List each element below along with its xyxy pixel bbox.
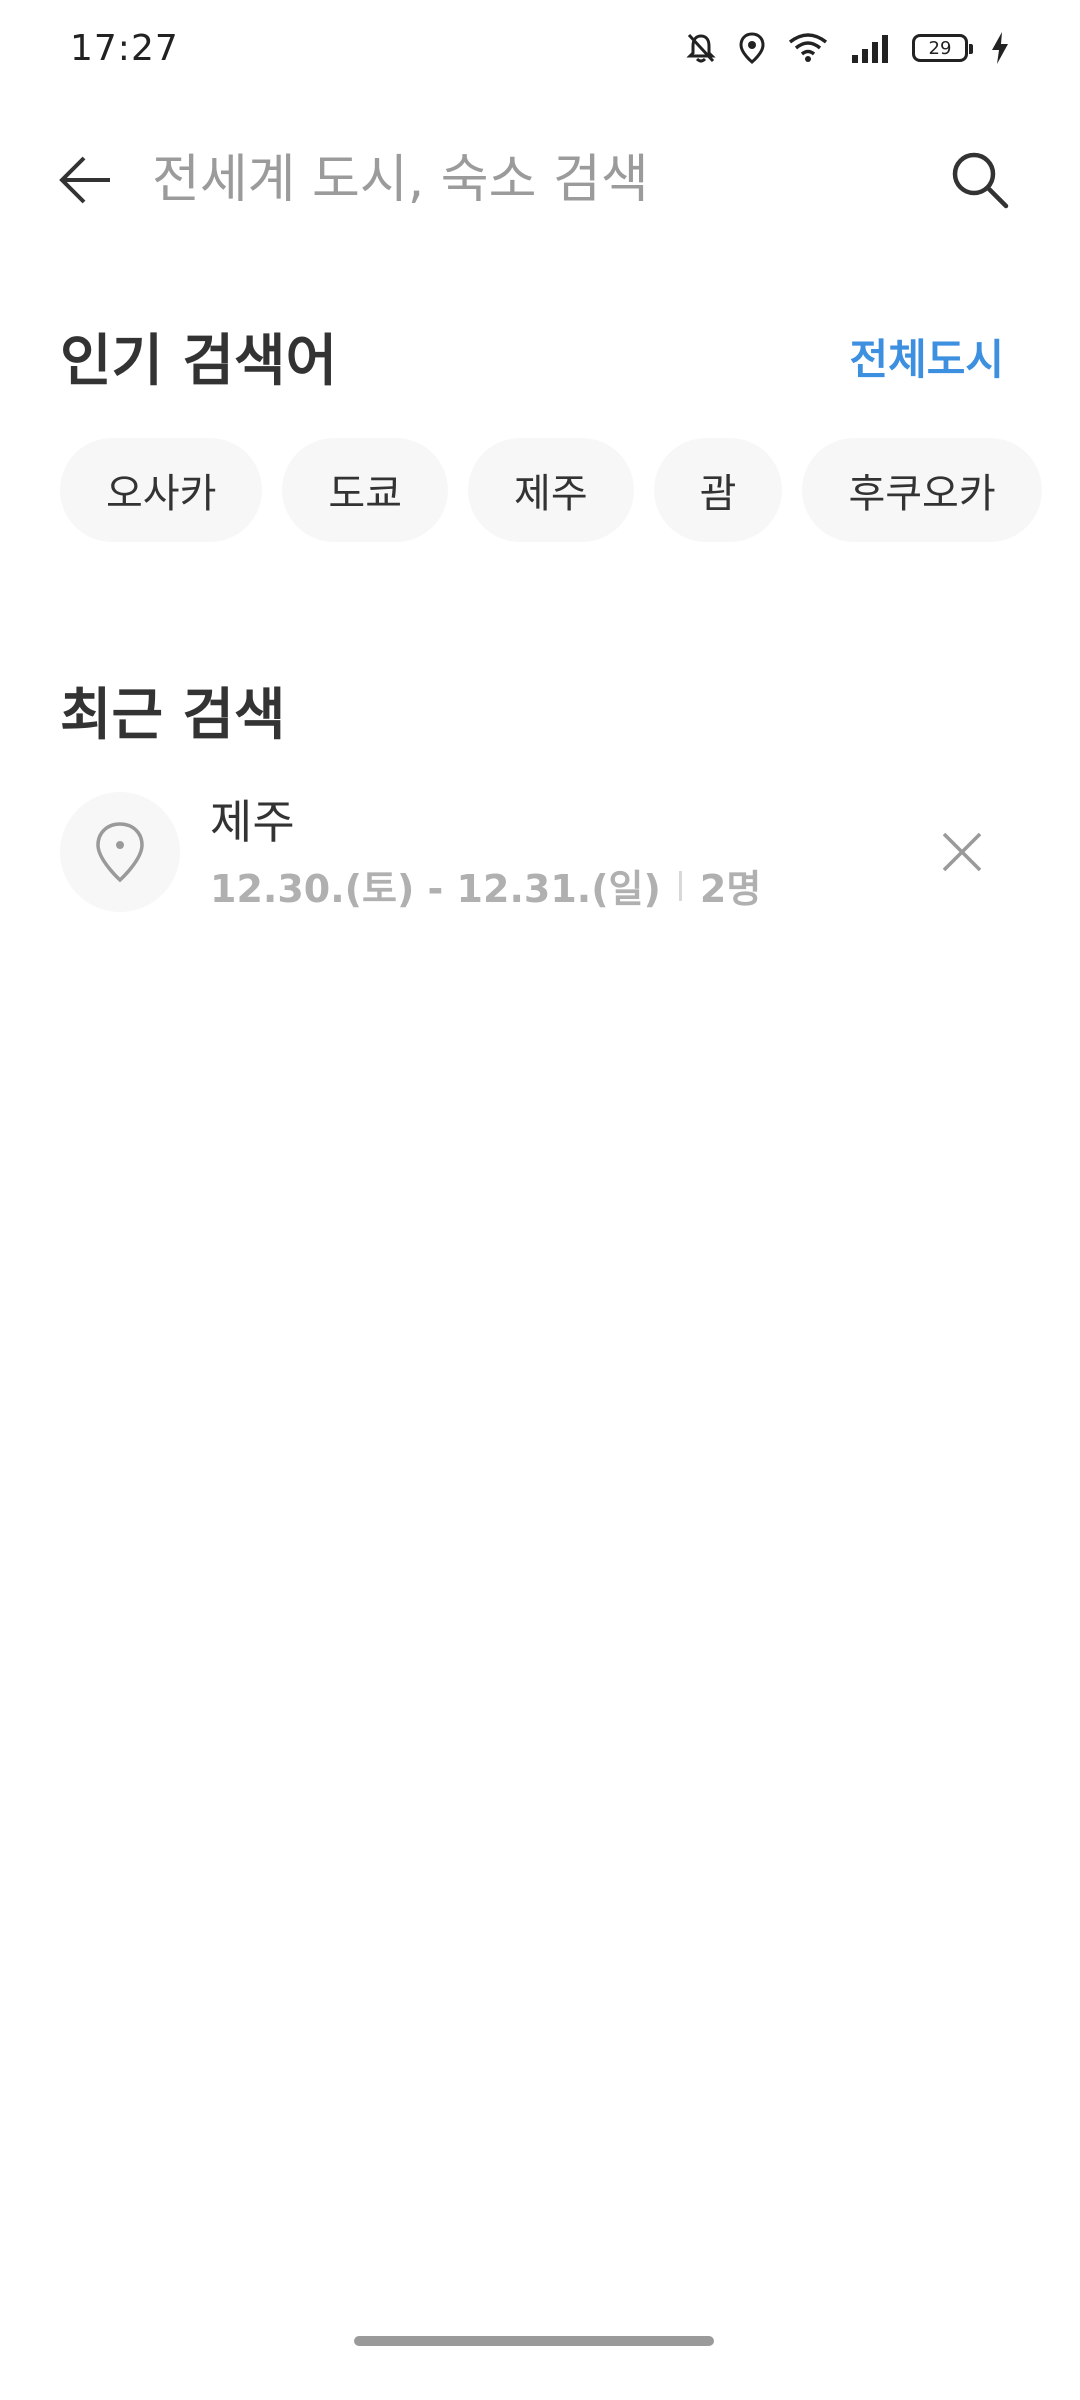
recent-item-guests: 2명 [699,867,762,911]
chip-tokyo[interactable]: 도쿄 [282,438,449,542]
remove-recent-button[interactable] [930,820,994,884]
search-header [0,120,1080,240]
signal-icon [850,33,890,63]
recent-searches-title: 최근 검색 [60,683,286,748]
charging-icon [990,31,1010,65]
recent-item-dates: 12.30.(토) - 12.31.(일) [210,867,661,911]
search-button[interactable] [946,146,1014,214]
chip-osaka[interactable]: 오사카 [60,438,263,542]
bell-off-icon [686,32,716,64]
search-icon [952,152,1009,209]
recent-item-meta: 12.30.(토) - 12.31.(일) 2명 [210,858,761,913]
back-button[interactable] [54,148,118,212]
location-pin-icon [96,822,144,883]
popular-searches-title: 인기 검색어 [60,329,338,394]
home-indicator[interactable] [354,2336,714,2346]
arrow-left-icon [59,156,110,204]
popular-chips: 오사카 도쿄 제주 괌 후쿠오카 [60,438,1042,542]
recent-item-name: 제주 [210,795,295,849]
chip-jeju[interactable]: 제주 [468,438,634,542]
all-cities-link[interactable]: 전체도시 [849,326,1004,387]
wifi-icon [788,32,828,64]
search-input[interactable] [150,138,930,222]
location-pin-badge [60,792,180,912]
battery-icon: 29 [912,34,973,62]
battery-level: 29 [928,37,952,59]
status-bar: 17:27 29 [0,0,1080,96]
recent-search-item[interactable]: 제주 12.30.(토) - 12.31.(일) 2명 [60,792,1020,912]
location-icon [738,32,766,64]
chip-guam[interactable]: 괌 [653,438,783,542]
status-time: 17:27 [70,27,179,69]
meta-divider [678,870,682,901]
chip-fukuoka[interactable]: 후쿠오카 [802,438,1042,542]
close-icon [942,832,982,872]
status-icons: 29 [686,31,1010,65]
